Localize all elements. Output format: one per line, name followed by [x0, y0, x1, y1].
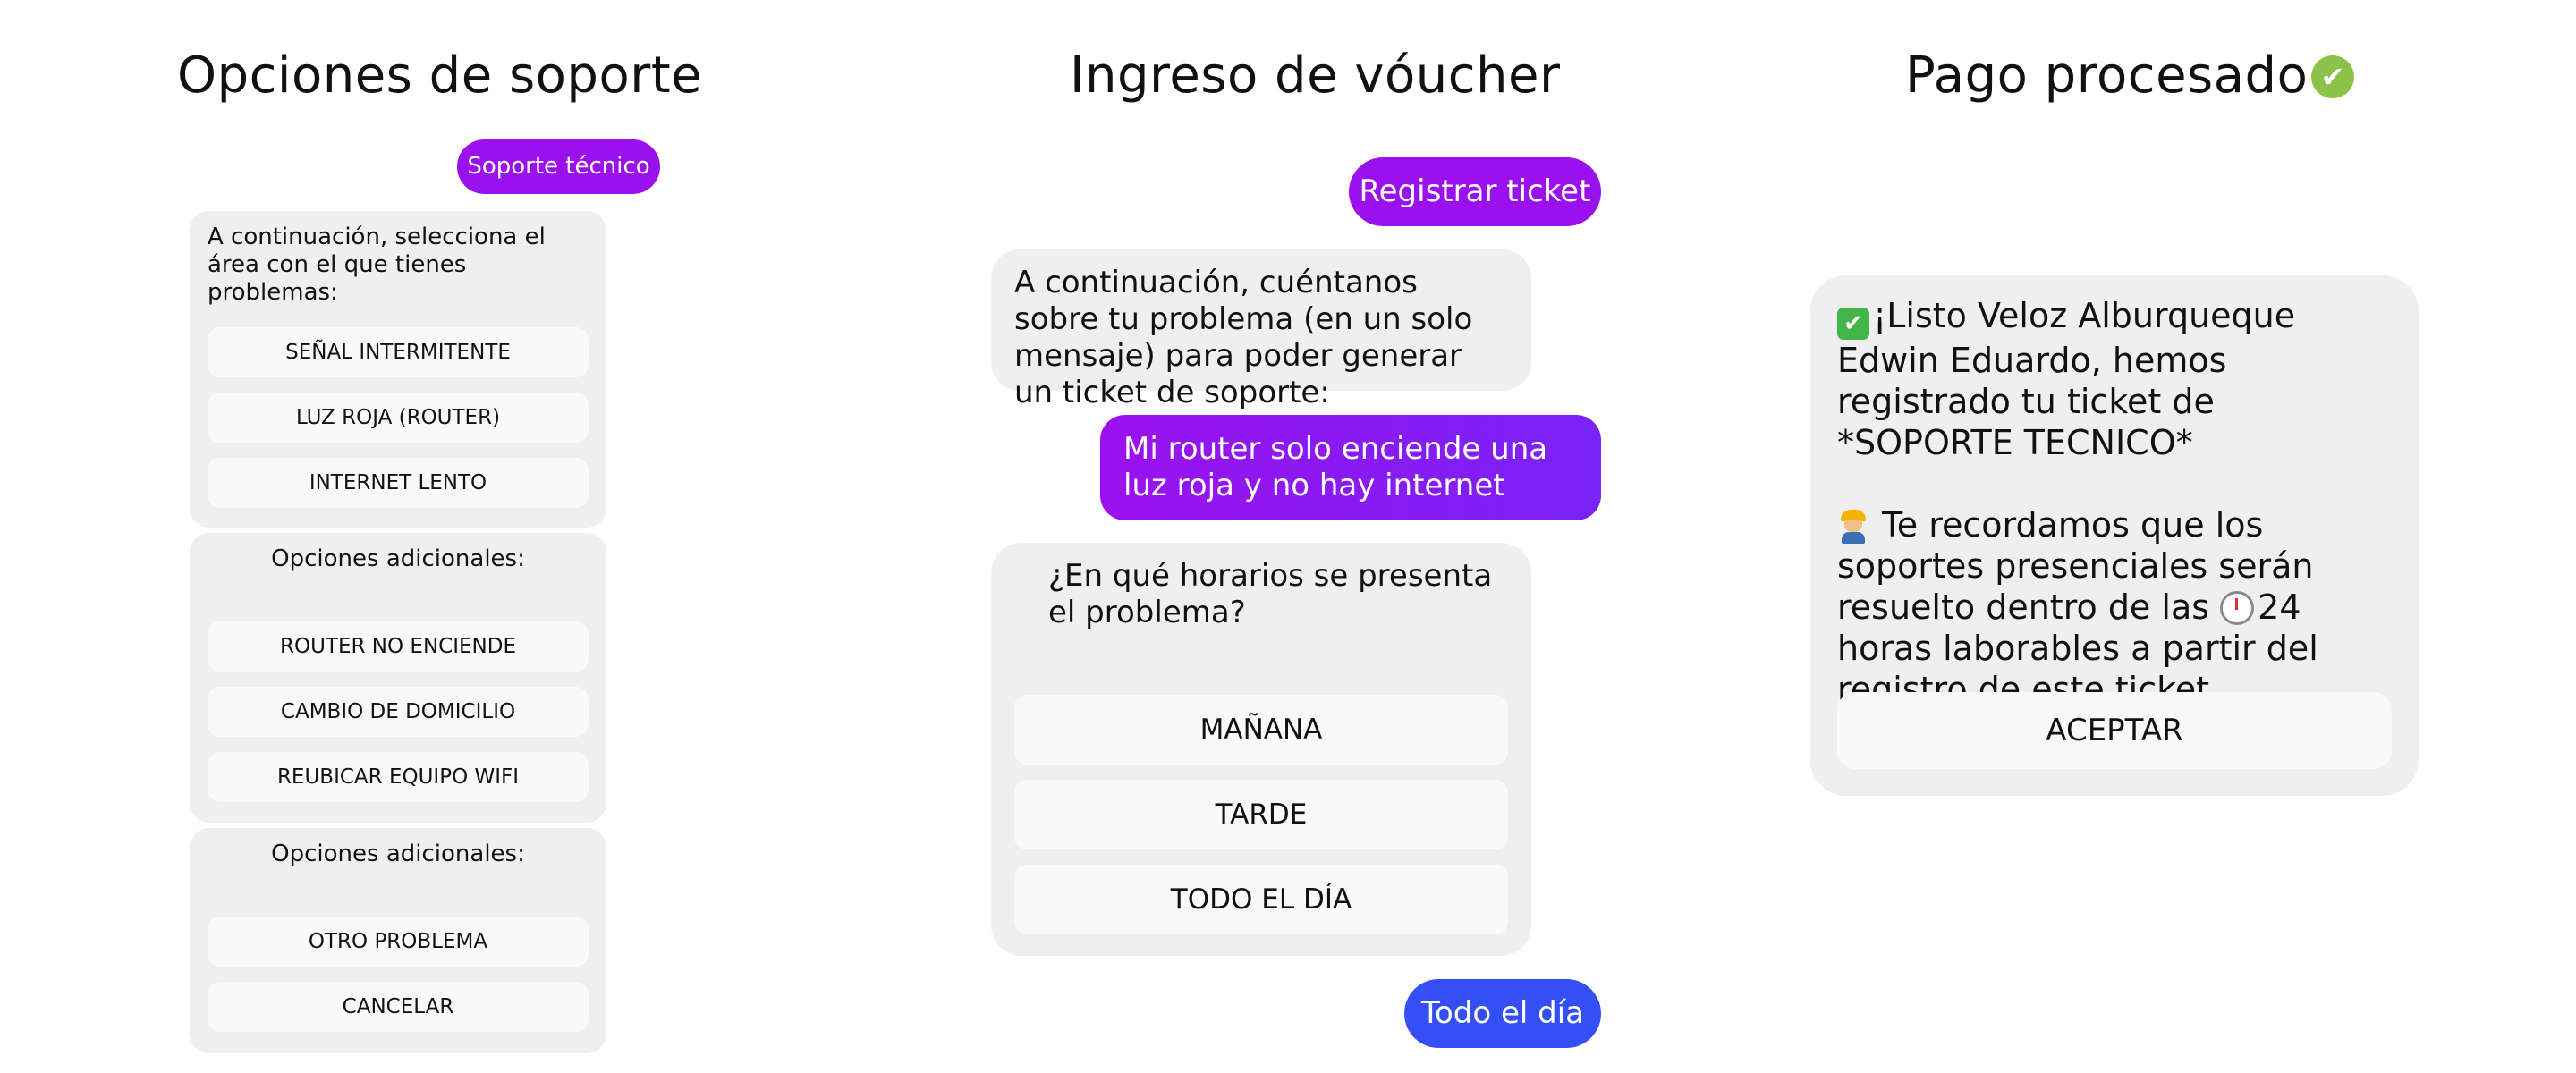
user-message-bubble: Todo el día	[1404, 979, 1601, 1048]
user-message-bubble: Mi router solo enciende una luz roja y n…	[1100, 415, 1601, 520]
bot-message-text: Opciones adicionales:	[271, 841, 525, 867]
column-title-support-options: Opciones de soporte	[177, 46, 703, 105]
bot-confirmation-card: ✔ ¡Listo Veloz Alburqueque Edwin Eduardo,…	[1810, 275, 2419, 796]
option-button[interactable]: INTERNET LENTO	[208, 458, 589, 508]
option-button[interactable]: ROUTER NO ENCIENDE	[208, 621, 589, 672]
user-message-bubble: Registrar ticket	[1349, 157, 1601, 226]
user-message-bubble: Soporte técnico	[457, 139, 660, 194]
option-button[interactable]: LUZ ROJA (ROUTER)	[208, 393, 589, 443]
bot-options-card: A continuación, selecciona el área con e…	[190, 211, 606, 528]
reminder-paragraph: Te recordamos que los soportes presencia…	[1837, 504, 2401, 710]
option-button[interactable]: MAÑANA	[1014, 695, 1508, 765]
stopwatch-icon	[2220, 591, 2255, 625]
bot-message-text: Opciones adicionales:	[271, 545, 525, 572]
construction-worker-icon	[1837, 508, 1869, 544]
option-button[interactable]: TODO EL DÍA	[1014, 865, 1508, 934]
bot-options-card: Opciones adicionales: OTRO PROBLEMA CANC…	[190, 828, 606, 1053]
confirmation-paragraph: ✔ ¡Listo Veloz Alburqueque Edwin Eduardo,…	[1837, 295, 2401, 463]
bot-options-card: ¿En qué horarios se presenta el problema…	[991, 543, 1531, 956]
option-button[interactable]: CANCELAR	[208, 982, 589, 1032]
accept-button[interactable]: ACEPTAR	[1837, 692, 2392, 769]
bot-message-text: A continuación, selecciona el área con e…	[208, 224, 546, 306]
option-button[interactable]: REUBICAR EQUIPO WIFI	[208, 752, 589, 802]
bot-options-card: Opciones adicionales: ROUTER NO ENCIENDE…	[190, 533, 606, 823]
bot-message-bubble: A continuación, cuéntanos sobre tu probl…	[991, 249, 1531, 410]
column-title-voucher-entry: Ingreso de vóucher	[1070, 46, 1561, 105]
option-button[interactable]: OTRO PROBLEMA	[208, 917, 589, 967]
option-button[interactable]: CAMBIO DE DOMICILIO	[208, 687, 589, 737]
confirmation-text: ¡Listo Veloz Alburqueque Edwin Eduardo, …	[1837, 296, 2296, 462]
check-mark-icon: ✔	[1837, 308, 1869, 340]
column-title-text: Pago procesado	[1905, 46, 2309, 105]
option-button[interactable]: SEÑAL INTERMITENTE	[208, 327, 589, 377]
column-title-payment-processed: Pago procesado ✔	[1905, 46, 2355, 105]
confirmation-message: ✔ ¡Listo Veloz Alburqueque Edwin Eduardo,…	[1837, 295, 2401, 710]
option-button[interactable]: TARDE	[1014, 780, 1508, 849]
bot-question-text: ¿En qué horarios se presenta el problema…	[1048, 558, 1493, 630]
check-mark-badge-icon: ✔	[2311, 55, 2355, 98]
